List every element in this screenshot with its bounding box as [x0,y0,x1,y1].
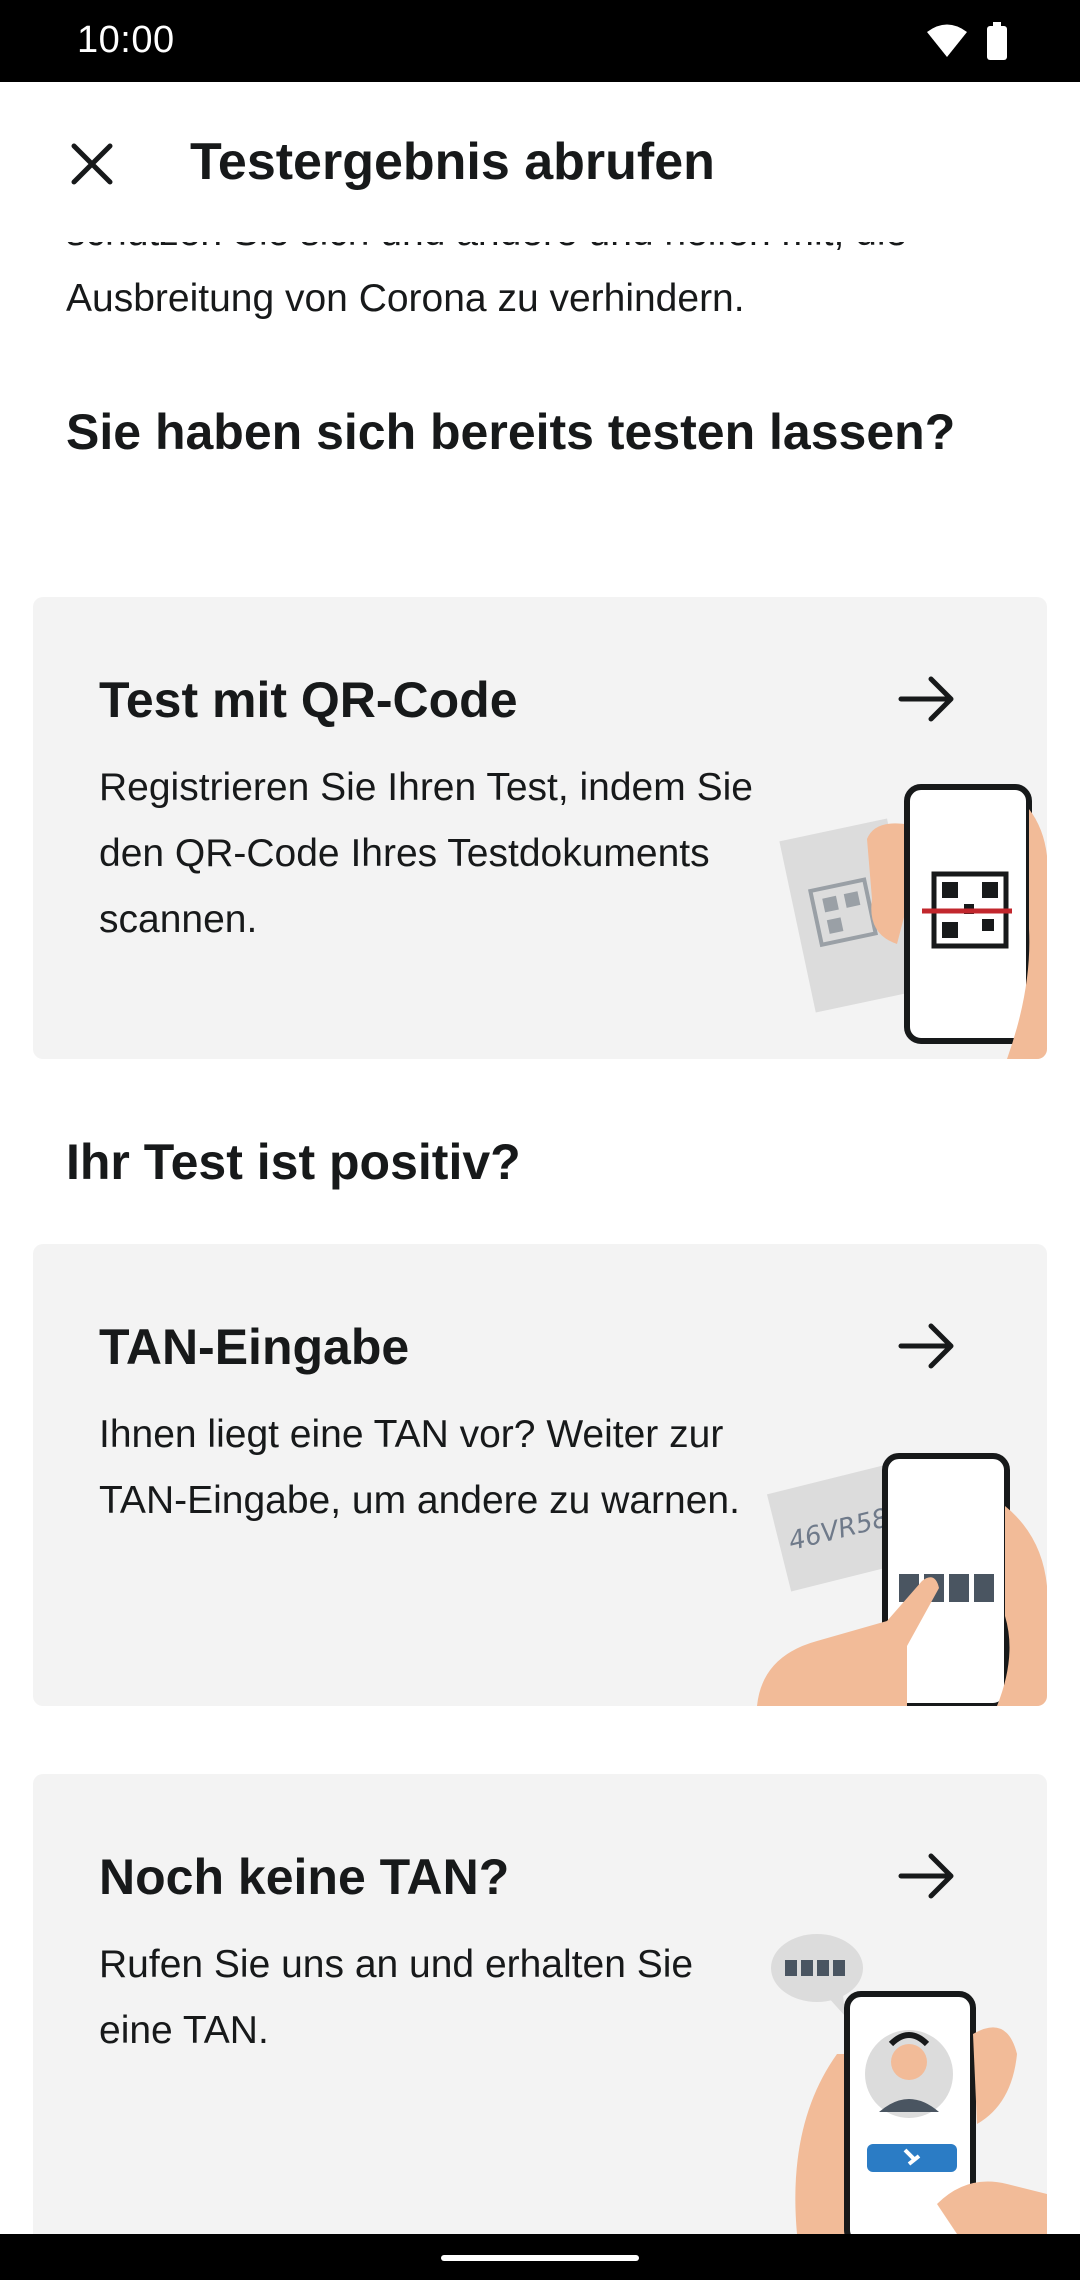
card-no-tan[interactable]: Noch keine TAN? Rufen Sie uns an und erh… [33,1774,1047,2234]
card-qr-body: Registrieren Sie Ihren Test, indem Sie d… [99,766,753,941]
tan-entry-illustration: 46VR58 [757,1453,1047,1706]
arrow-right-icon [897,1846,957,1906]
card-no-tan-body: Rufen Sie uns an und erhalten Sie eine T… [99,1943,694,2052]
close-button[interactable] [52,124,132,204]
battery-icon [986,22,1008,65]
intro-line-2: Ausbreitung von Corona zu verhindern. [66,277,745,320]
status-bar: 10:00 [0,0,1080,82]
card-tan-title: TAN-Eingabe [99,1319,410,1375]
arrow-right-icon [897,1316,957,1376]
home-gesture-handle[interactable] [441,2255,639,2261]
card-tan-body: Ihnen liegt eine TAN vor? Weiter zur TAN… [99,1413,740,1522]
arrow-right-icon [897,669,957,729]
card-tan-entry[interactable]: TAN-Eingabe Ihnen liegt eine TAN vor? We… [33,1244,1047,1706]
section-heading-tested: Sie haben sich bereits testen lassen? [66,404,956,460]
card-qr-code[interactable]: Test mit QR-Code Registrieren Sie Ihren … [33,597,1047,1059]
section-heading-positive: Ihr Test ist positiv? [66,1134,521,1190]
card-no-tan-title: Noch keine TAN? [99,1849,510,1905]
qr-scan-illustration [779,784,1047,1059]
card-qr-title: Test mit QR-Code [99,672,518,728]
wifi-icon [926,23,968,64]
app-bar: Testergebnis abrufen [0,82,1080,242]
close-icon [71,143,113,185]
page-title: Testergebnis abrufen [190,133,715,191]
status-time: 10:00 [77,19,175,61]
scroll-content[interactable]: schützen Sie sich und andere und helfen … [0,150,1080,2234]
navigation-bar [0,2234,1080,2280]
status-icons [926,22,1008,65]
phone-call-illustration [771,1934,1047,2234]
